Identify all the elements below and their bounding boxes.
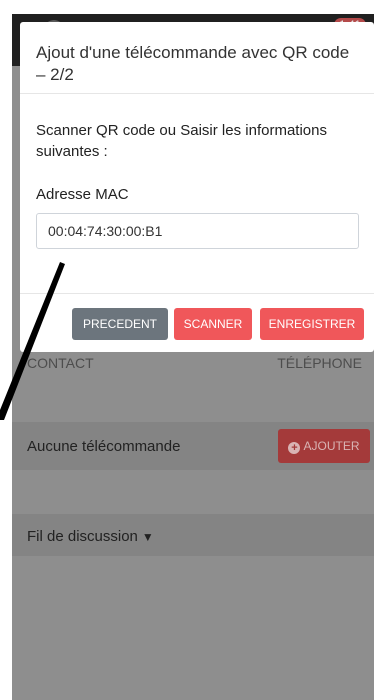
qr-remote-modal: Ajout d'une télécommande avec QR code – … [20, 22, 374, 352]
thread-section[interactable]: Fil de discussion ▼ [12, 514, 374, 556]
screen-border [0, 0, 12, 700]
column-contact: CONTACT [27, 355, 94, 371]
scan-button[interactable]: SCANNER [174, 308, 252, 340]
previous-button[interactable]: PRECEDENT [72, 308, 168, 340]
modal-body: Scanner QR code ou Saisir les informatio… [20, 94, 374, 294]
thread-label: Fil de discussion [27, 528, 138, 545]
save-button[interactable]: ENREGISTRER [260, 308, 364, 340]
modal-footer: PRECEDENT SCANNER ENREGISTRER [20, 294, 374, 352]
modal-header: Ajout d'une télécommande avec QR code – … [20, 22, 374, 94]
phone-screen: 1:41 CONTACT TÉLÉPHONE Aucune télécomman… [12, 14, 374, 700]
mac-address-label: Adresse MAC [36, 186, 129, 203]
modal-title: Ajout d'une télécommande avec QR code – … [36, 43, 350, 84]
mac-address-input[interactable] [36, 213, 359, 249]
modal-instructions: Scanner QR code ou Saisir les informatio… [36, 122, 327, 160]
add-remote-button[interactable]: + AJOUTER [278, 429, 370, 463]
plus-circle-icon: + [288, 442, 301, 454]
remotes-empty-text: Aucune télécommande [27, 438, 181, 455]
remotes-section: Aucune télécommande + AJOUTER [12, 422, 374, 470]
add-remote-label: AJOUTER [303, 439, 360, 453]
chevron-down-icon: ▼ [141, 530, 154, 544]
contact-table-header: CONTACT TÉLÉPHONE [12, 352, 374, 378]
thread-toggle[interactable]: Fil de discussion ▼ [27, 528, 154, 545]
column-telephone: TÉLÉPHONE [277, 355, 362, 371]
